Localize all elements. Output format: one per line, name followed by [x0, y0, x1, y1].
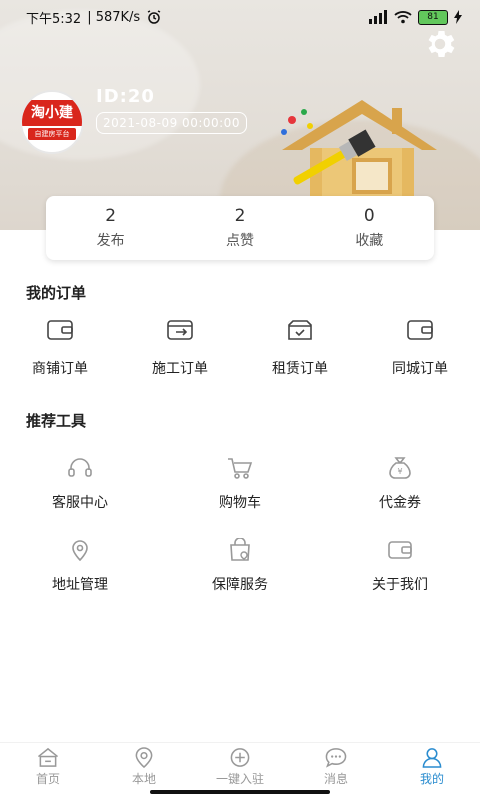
- stat-label: 发布: [96, 233, 125, 249]
- tool-label: 代金券: [379, 495, 421, 511]
- tool-cart[interactable]: 购物车: [160, 456, 320, 512]
- stat-label: 收藏: [355, 233, 384, 249]
- status-bar: 下午5:32 | 587K/s 81: [0, 0, 480, 34]
- order-item-local[interactable]: 同城订单: [360, 318, 480, 378]
- chat-icon: [325, 748, 347, 768]
- status-time: 下午5:32: [26, 11, 82, 27]
- stat-favorites[interactable]: 0 收藏: [305, 196, 434, 260]
- tools-row-1: 客服中心 购物车 ¥ 代金券: [0, 456, 480, 512]
- settings-gear-icon[interactable]: [422, 26, 458, 62]
- tools-section-title: 推荐工具: [26, 412, 87, 430]
- nav-label: 本地: [131, 772, 156, 786]
- money-bag-icon: ¥: [389, 457, 411, 479]
- bottom-nav: 首页 本地 一键入驻 消息 我的: [0, 742, 480, 787]
- nav-label: 我的: [419, 772, 444, 786]
- tool-label: 客服中心: [52, 495, 108, 511]
- wallet-icon: [47, 320, 73, 340]
- tool-address[interactable]: 地址管理: [0, 538, 160, 594]
- nav-messages[interactable]: 消息: [288, 743, 384, 787]
- orders-section-title: 我的订单: [26, 284, 87, 302]
- order-label: 同城订单: [392, 361, 448, 377]
- logo-subtext: 自建房平台: [28, 128, 76, 140]
- tool-label: 地址管理: [52, 577, 108, 593]
- signal-icon: [369, 10, 387, 24]
- status-network-speed: | 587K/s: [87, 9, 141, 25]
- nav-local[interactable]: 本地: [96, 743, 192, 787]
- tool-guarantee[interactable]: 保障服务: [160, 538, 320, 594]
- tools-row-2: 地址管理 保障服务 关于我们: [0, 538, 480, 594]
- order-item-rental[interactable]: 租赁订单: [240, 318, 360, 378]
- user-date: 2021-08-09 00:00:00: [96, 112, 247, 134]
- order-label: 施工订单: [152, 361, 208, 377]
- avatar[interactable]: 淘小建 自建房平台: [20, 90, 84, 154]
- shield-bag-icon: [230, 538, 250, 561]
- orders-grid: 商铺订单 施工订单 租赁订单 同城订单: [0, 318, 480, 378]
- nav-join[interactable]: 一键入驻: [192, 743, 288, 787]
- stat-likes[interactable]: 2 点赞: [175, 196, 304, 260]
- nav-label: 首页: [35, 772, 60, 786]
- stats-card: 2 发布 2 点赞 0 收藏: [46, 196, 434, 260]
- charging-icon: [454, 10, 462, 24]
- nav-mine[interactable]: 我的: [384, 743, 480, 787]
- headset-icon: [68, 458, 92, 477]
- cart-icon: [228, 458, 253, 479]
- order-item-shop[interactable]: 商铺订单: [0, 318, 120, 378]
- tool-about[interactable]: 关于我们: [320, 538, 480, 594]
- stat-value: 2: [234, 206, 246, 226]
- order-item-construction[interactable]: 施工订单: [120, 318, 240, 378]
- location-icon: [72, 540, 88, 562]
- tool-label: 保障服务: [212, 577, 268, 593]
- wallet-icon: [407, 320, 433, 340]
- order-label: 商铺订单: [32, 361, 88, 377]
- wallet-icon: [388, 541, 412, 559]
- nav-home[interactable]: 首页: [0, 743, 96, 787]
- plus-circle-icon: [230, 748, 250, 767]
- box-check-icon: [288, 320, 312, 340]
- nav-label: 一键入驻: [215, 772, 264, 786]
- home-indicator[interactable]: [150, 790, 330, 794]
- user-id: ID:20: [96, 86, 155, 107]
- stat-label: 点赞: [225, 233, 254, 249]
- location-icon: [135, 747, 153, 768]
- tool-voucher[interactable]: ¥ 代金券: [320, 456, 480, 512]
- logo-text: 淘小建: [22, 100, 82, 126]
- tool-label: 关于我们: [372, 577, 428, 593]
- user-icon: [422, 748, 442, 768]
- tool-customer-service[interactable]: 客服中心: [0, 456, 160, 512]
- alarm-icon: [147, 10, 161, 24]
- svg-text:¥: ¥: [397, 467, 402, 476]
- home-icon: [37, 747, 59, 767]
- stat-posts[interactable]: 2 发布: [46, 196, 175, 260]
- stat-value: 2: [105, 206, 117, 226]
- order-label: 租赁订单: [272, 361, 328, 377]
- wallet-arrow-icon: [167, 320, 193, 340]
- battery-icon: 81: [418, 9, 448, 25]
- stat-value: 0: [363, 206, 375, 226]
- wifi-icon: [394, 11, 412, 24]
- nav-label: 消息: [323, 772, 348, 786]
- tool-label: 购物车: [219, 495, 261, 511]
